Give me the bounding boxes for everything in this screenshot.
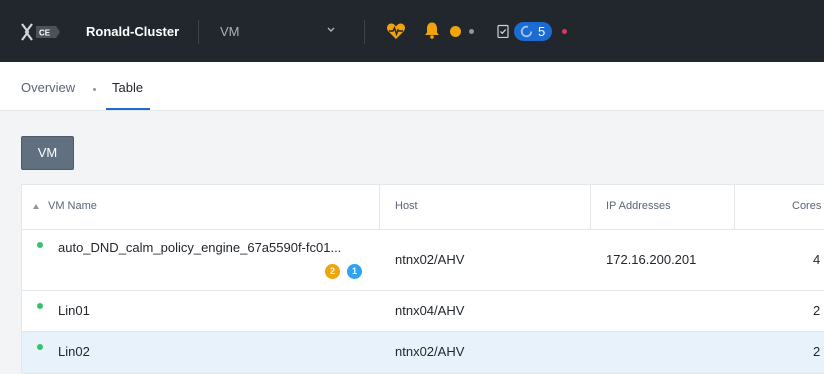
- host-cell: ntnx04/AHV: [395, 303, 465, 318]
- column-divider: [734, 185, 735, 229]
- table-row-selected[interactable]: Lin02 ntnx02/AHV 2: [22, 332, 824, 374]
- clipboard-check-icon[interactable]: [497, 24, 509, 38]
- column-header-cores[interactable]: Cores: [792, 200, 821, 212]
- entity-selector[interactable]: VM: [220, 24, 240, 39]
- sort-ascending-icon[interactable]: [33, 204, 39, 209]
- column-header-vm-name[interactable]: VM Name: [48, 200, 97, 212]
- host-cell: ntnx02/AHV: [395, 252, 465, 267]
- alert-indicator[interactable]: [450, 26, 461, 37]
- column-divider: [590, 185, 591, 229]
- host-cell: ntnx02/AHV: [395, 344, 465, 359]
- bell-icon[interactable]: [424, 21, 440, 39]
- tab-table[interactable]: Table: [112, 80, 143, 95]
- top-navigation-bar: CE Ronald-Cluster VM 5: [0, 0, 824, 62]
- column-header-ip-addresses[interactable]: IP Addresses: [606, 200, 671, 212]
- tasks-button[interactable]: 5: [514, 22, 552, 41]
- tab-bar: Overview Table: [0, 62, 824, 111]
- heart-health-icon[interactable]: [386, 21, 406, 41]
- active-tab-indicator: [106, 108, 150, 110]
- table-row[interactable]: Lin01 ntnx04/AHV 2: [22, 291, 824, 332]
- ip-address-cell: 172.16.200.201: [606, 252, 697, 267]
- cores-cell: 2: [813, 303, 821, 318]
- vm-table: VM Name Host IP Addresses Cores auto_DND…: [21, 184, 824, 374]
- nutanix-logo[interactable]: CE: [20, 23, 60, 41]
- divider: [364, 20, 365, 44]
- cores-cell: 2: [813, 344, 821, 359]
- power-on-status-icon: [37, 303, 43, 309]
- power-on-status-icon: [37, 242, 43, 248]
- spinner-icon: [520, 25, 533, 38]
- logo-text: CE: [39, 29, 51, 38]
- chevron-down-icon[interactable]: [326, 24, 336, 36]
- table-row[interactable]: auto_DND_calm_policy_engine_67a5590f-fc0…: [22, 230, 824, 291]
- info-alert-badge[interactable]: 1: [347, 264, 362, 279]
- event-indicator: [469, 29, 474, 34]
- table-header: VM Name Host IP Addresses Cores: [22, 185, 824, 230]
- task-count: 5: [538, 24, 546, 39]
- column-header-host[interactable]: Host: [395, 200, 418, 212]
- power-on-status-icon: [37, 344, 43, 350]
- vm-action-button[interactable]: VM: [21, 136, 74, 170]
- warning-alert-badge[interactable]: 2: [325, 264, 340, 279]
- cores-cell: 4: [813, 252, 821, 267]
- tab-separator: [93, 88, 96, 91]
- error-indicator: [562, 29, 567, 34]
- vm-name[interactable]: auto_DND_calm_policy_engine_67a5590f-fc0…: [58, 240, 341, 255]
- vm-name[interactable]: Lin01: [58, 303, 90, 318]
- vm-name[interactable]: Lin02: [58, 344, 90, 359]
- divider: [198, 20, 199, 44]
- cluster-name[interactable]: Ronald-Cluster: [86, 24, 179, 39]
- tab-overview[interactable]: Overview: [21, 80, 75, 95]
- column-divider: [379, 185, 380, 229]
